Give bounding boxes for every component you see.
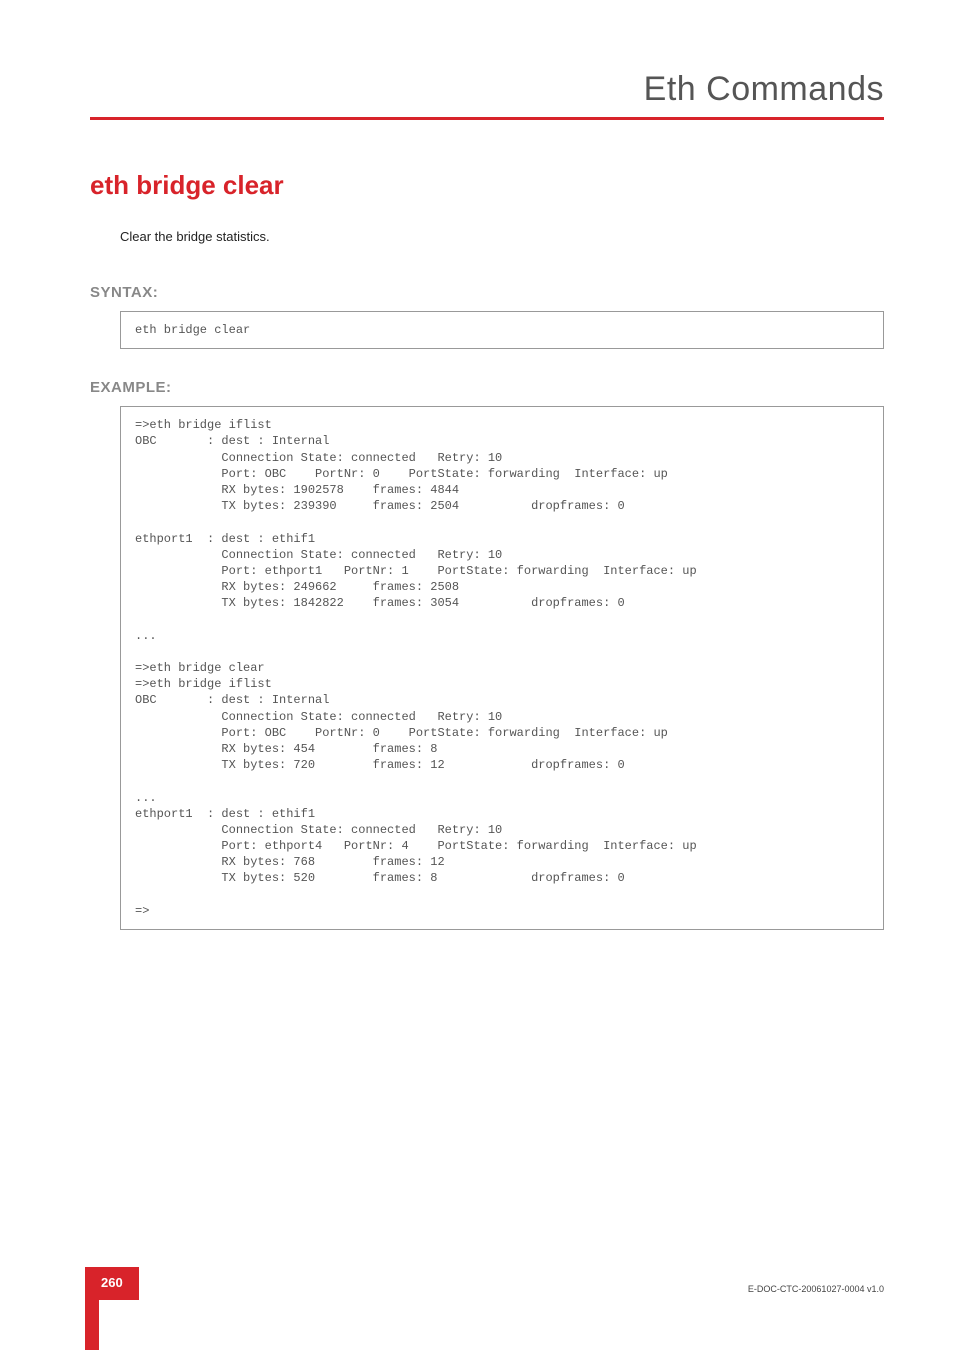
example-label: EXAMPLE: bbox=[90, 379, 884, 396]
page-header-title: Eth Commands bbox=[90, 70, 884, 109]
command-title: eth bridge clear bbox=[90, 170, 884, 201]
syntax-label: SYNTAX: bbox=[90, 284, 884, 301]
example-code: =>eth bridge iflist OBC : dest : Interna… bbox=[135, 417, 869, 919]
header-divider bbox=[90, 117, 884, 120]
footer-accent-bar bbox=[85, 1300, 99, 1350]
document-id: E-DOC-CTC-20061027-0004 v1.0 bbox=[748, 1284, 884, 1294]
page-number: 260 bbox=[85, 1267, 139, 1300]
syntax-code-box: eth bridge clear bbox=[120, 311, 884, 349]
command-description: Clear the bridge statistics. bbox=[120, 229, 884, 244]
example-code-box: =>eth bridge iflist OBC : dest : Interna… bbox=[120, 406, 884, 930]
syntax-code: eth bridge clear bbox=[135, 322, 869, 338]
